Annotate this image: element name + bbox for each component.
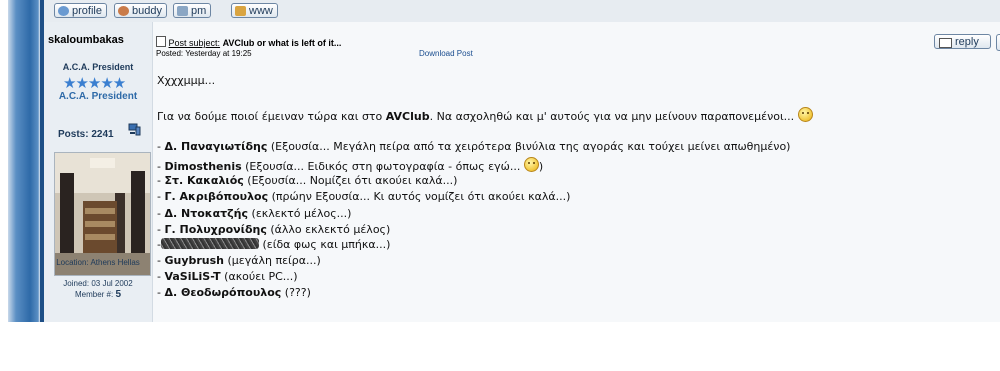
message-panel: Post subject: AVClub or what is left of … — [153, 22, 1000, 322]
quote-button[interactable] — [996, 34, 1000, 51]
pm-button-label: pm — [191, 5, 207, 17]
smiley-icon — [523, 157, 539, 172]
buddy-button[interactable]: buddy — [114, 3, 167, 18]
author-rank-label: A.C.A. President — [58, 91, 138, 102]
member-description: (πρώην Εξουσία... Κι αυτός νομίζει ότι α… — [268, 190, 571, 203]
pm-icon — [177, 6, 188, 16]
smiley-icon — [797, 107, 813, 122]
author-post-count: Posts: 2241 — [58, 129, 114, 140]
member-description-tail: ) — [538, 160, 544, 173]
post-greeting: Χχχχμμμ... — [157, 74, 216, 87]
author-rank-title: A.C.A. President — [62, 62, 134, 72]
member-number-label: Member #: — [74, 290, 114, 299]
rank-stars-icon: ★★★★★ — [63, 75, 126, 92]
profile-icon — [58, 6, 69, 16]
member-name: VaSiLiS-T — [164, 270, 221, 283]
member-name: Δ. Παναγιωτίδης — [164, 140, 268, 153]
member-line: - Δ. Παναγιωτίδης (Εξουσία... Μεγάλη πεί… — [157, 140, 790, 153]
post-timestamp: Posted: Yesterday at 19:25 — [156, 49, 252, 58]
member-name: Δ. Ντοκατζής — [164, 207, 249, 220]
post-subject-text: AVClub or what is left of it... — [222, 38, 342, 48]
previous-post-toolbar: profile buddy pm www — [44, 0, 1000, 23]
reply-button-label: reply — [955, 36, 979, 48]
profile-button[interactable]: profile — [54, 3, 107, 18]
author-joined: Joined: 03 Jul 2002 — [63, 279, 133, 288]
www-button[interactable]: www — [231, 3, 278, 18]
member-description: (ακούει PC...) — [220, 270, 298, 283]
member-name: Γ. Ακριβόπουλος — [164, 190, 269, 203]
member-line: - Δ. Θεοδωρόπουλος (???) — [157, 286, 311, 299]
buddy-button-label: buddy — [132, 5, 162, 17]
author-location: Location: Athens Hellas — [56, 258, 140, 267]
intro-text-start: Για να δούμε ποιοί έμειναν τώρα και στο — [157, 110, 386, 123]
member-name: Dimosthenis — [164, 160, 242, 173]
post-icon — [156, 36, 166, 47]
member-description: (εκλεκτό μέλος...) — [248, 207, 352, 220]
author-panel: skaloumbakas A.C.A. President ★★★★★ A.C.… — [44, 22, 153, 322]
forum-post: skaloumbakas A.C.A. President ★★★★★ A.C.… — [44, 22, 1000, 322]
member-line: - Δ. Ντοκατζής (εκλεκτό μέλος...) — [157, 207, 351, 220]
intro-text-end: . Να ασχοληθώ και μ' αυτούς για να μην μ… — [429, 110, 795, 123]
intro-avclub: AVClub — [385, 110, 430, 123]
post-subject-label: Post subject: — [168, 38, 221, 48]
member-description: (είδα φως και μπήκα...) — [258, 238, 391, 251]
member-description: (Εξουσία... Ειδικός στη φωτογραφία - όπω… — [241, 160, 521, 173]
member-name: Guybrush — [164, 254, 225, 267]
member-line: - VaSiLiS-T (ακούει PC...) — [157, 270, 298, 283]
member-line: - Γ. Πολυχρονίδης (άλλο εκλεκτό μέλος) — [157, 223, 390, 236]
pm-button[interactable]: pm — [173, 3, 212, 18]
post-subject: Post subject: AVClub or what is left of … — [156, 36, 341, 48]
download-post-link[interactable]: Download Post — [419, 49, 473, 58]
pc-icon — [128, 123, 141, 136]
member-description: (άλλο εκλεκτό μέλος) — [266, 223, 391, 236]
buddy-icon — [118, 6, 129, 16]
member-description: (μεγάλη πείρα...) — [224, 254, 321, 267]
author-member-number: Member #: 5 — [44, 289, 152, 300]
member-line: - (είδα φως και μπήκα...) — [157, 238, 390, 251]
member-line: - Στ. Κακαλιός (Εξουσία... Νομίζει ότι α… — [157, 174, 457, 187]
reply-button[interactable]: reply — [934, 34, 991, 49]
page-left-border — [0, 0, 40, 322]
author-username[interactable]: skaloumbakas — [48, 34, 124, 46]
profile-button-label: profile — [72, 5, 102, 17]
member-description: (???) — [281, 286, 311, 299]
member-line: - Dimosthenis (Εξουσία... Ειδικός στη φω… — [157, 157, 543, 173]
post-intro: Για να δούμε ποιοί έμειναν τώρα και στο … — [157, 107, 813, 123]
www-button-label: www — [249, 5, 273, 17]
member-name: Γ. Πολυχρονίδης — [164, 223, 267, 236]
member-line: - Γ. Ακριβόπουλος (πρώην Εξουσία... Κι α… — [157, 190, 570, 203]
www-icon — [235, 6, 246, 16]
redacted-name-scribble — [160, 238, 259, 249]
member-description: (Εξουσία... Μεγάλη πείρα από τα χειρότερ… — [267, 140, 791, 153]
member-number-value: 5 — [115, 289, 122, 300]
member-name: Στ. Κακαλιός — [164, 174, 244, 187]
member-line: - Guybrush (μεγάλη πείρα...) — [157, 254, 321, 267]
member-description: (Εξουσία... Νομίζει ότι ακούει καλά...) — [243, 174, 458, 187]
member-name: Δ. Θεοδωρόπουλος — [164, 286, 282, 299]
reply-icon — [939, 38, 952, 48]
